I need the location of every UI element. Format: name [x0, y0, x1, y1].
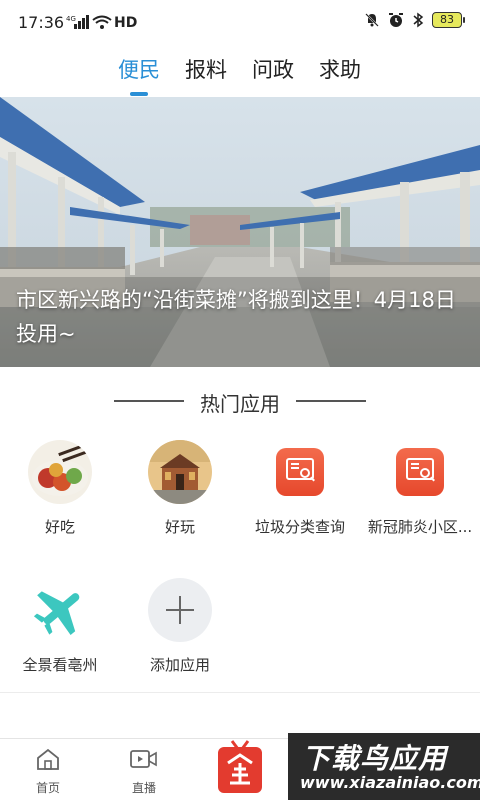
cellular-signal-icon: 4G	[66, 15, 89, 29]
app-label: 好吃	[44, 518, 75, 536]
tab-active-indicator	[130, 92, 148, 96]
hd-indicator: HD	[114, 15, 138, 31]
header-line-right	[296, 400, 366, 402]
svg-text:4G: 4G	[66, 15, 76, 23]
battery-indicator: 83	[432, 12, 465, 28]
banner-headline: 市区新兴路的“沿街菜摊”将搬到这里！4月18日投用~	[16, 288, 456, 346]
nav-label: 直播	[131, 781, 156, 795]
airplane-icon	[28, 578, 92, 642]
center-logo-button[interactable]	[214, 739, 266, 795]
nav-home[interactable]: 首页	[18, 747, 78, 796]
nav-live[interactable]: 直播	[114, 747, 174, 796]
app-label: 添加应用	[149, 656, 210, 674]
wifi-icon	[92, 15, 112, 29]
video-icon	[130, 750, 157, 768]
nav-label: 首页	[35, 781, 60, 795]
tab-convenience[interactable]: 便民	[118, 54, 160, 84]
hot-apps-title: 热门应用	[200, 392, 280, 416]
app-panorama[interactable]: 全景看亳州	[0, 578, 120, 675]
app-fun[interactable]: 好玩	[120, 440, 240, 537]
status-time: 17:36	[18, 13, 65, 32]
app-covid-community[interactable]: 新冠肺炎小区...	[360, 440, 480, 537]
app-label: 全景看亳州	[22, 656, 98, 674]
watermark-overlay: 下载鸟应用 www.xiazainiao.com	[288, 733, 480, 800]
tab-inquiry[interactable]: 问政	[252, 54, 294, 84]
plus-icon	[148, 578, 212, 642]
section-divider	[0, 692, 480, 693]
hot-apps-header: 热门应用	[0, 384, 480, 418]
news-banner[interactable]: 市区新兴路的“沿街菜摊”将搬到这里！4月18日投用~	[0, 97, 480, 367]
top-tabs: 便民 报料 问政 求助	[0, 46, 480, 96]
home-icon	[37, 748, 59, 770]
status-bar: 17:36 4G HD 83	[0, 0, 480, 46]
alarm-icon	[389, 13, 403, 27]
app-label: 好玩	[164, 518, 195, 536]
search-doc-icon	[268, 440, 332, 504]
search-doc-icon	[388, 440, 452, 504]
add-app-button[interactable]: 添加应用	[120, 578, 240, 675]
tab-help[interactable]: 求助	[319, 54, 361, 84]
app-food[interactable]: 好吃	[0, 440, 120, 537]
mute-notification-icon	[365, 13, 379, 27]
app-logo-icon	[218, 740, 262, 793]
bluetooth-icon	[413, 12, 424, 28]
food-photo-icon	[28, 440, 92, 504]
watermark-url: www.xiazainiao.com	[300, 773, 480, 792]
watermark-main-text: 下载鸟应用	[302, 742, 448, 775]
app-garbage-sorting[interactable]: 垃圾分类查询	[240, 440, 360, 537]
tab-report[interactable]: 报料	[185, 54, 227, 84]
landmark-photo-icon	[148, 440, 212, 504]
app-label: 新冠肺炎小区...	[367, 518, 473, 536]
app-label: 垃圾分类查询	[254, 518, 345, 536]
